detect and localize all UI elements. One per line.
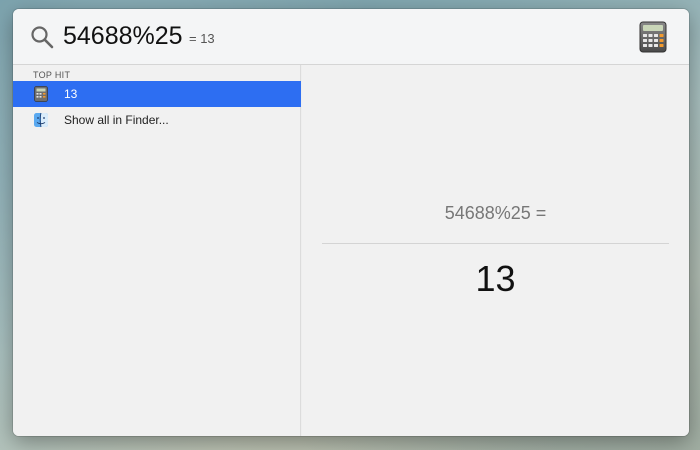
finder-icon	[34, 112, 48, 128]
preview-pane: 54688%25 = 13	[302, 65, 689, 436]
search-input[interactable]: 54688%25	[63, 21, 183, 51]
search-icon	[31, 26, 54, 49]
result-item-label: Show all in Finder...	[64, 113, 169, 127]
preview-expression: 54688%25 =	[444, 203, 547, 223]
spotlight-window: 54688%25 = 13 TOP HIT 13 Show all in Fin…	[13, 9, 689, 436]
search-bar[interactable]: 54688%25 = 13	[13, 9, 689, 65]
result-item-label: 13	[64, 87, 78, 101]
result-item-top-hit[interactable]: 13	[13, 81, 301, 107]
result-item-show-all-in-finder[interactable]: Show all in Finder...	[13, 107, 301, 133]
results-list: TOP HIT 13 Show all in Finder...	[13, 65, 301, 436]
calculator-icon	[34, 86, 48, 102]
section-header-top-hit: TOP HIT	[33, 70, 71, 80]
calculator-icon	[639, 21, 667, 53]
preview-answer: 13	[475, 258, 516, 299]
preview-divider	[322, 243, 669, 244]
inline-result: = 13	[189, 31, 215, 46]
